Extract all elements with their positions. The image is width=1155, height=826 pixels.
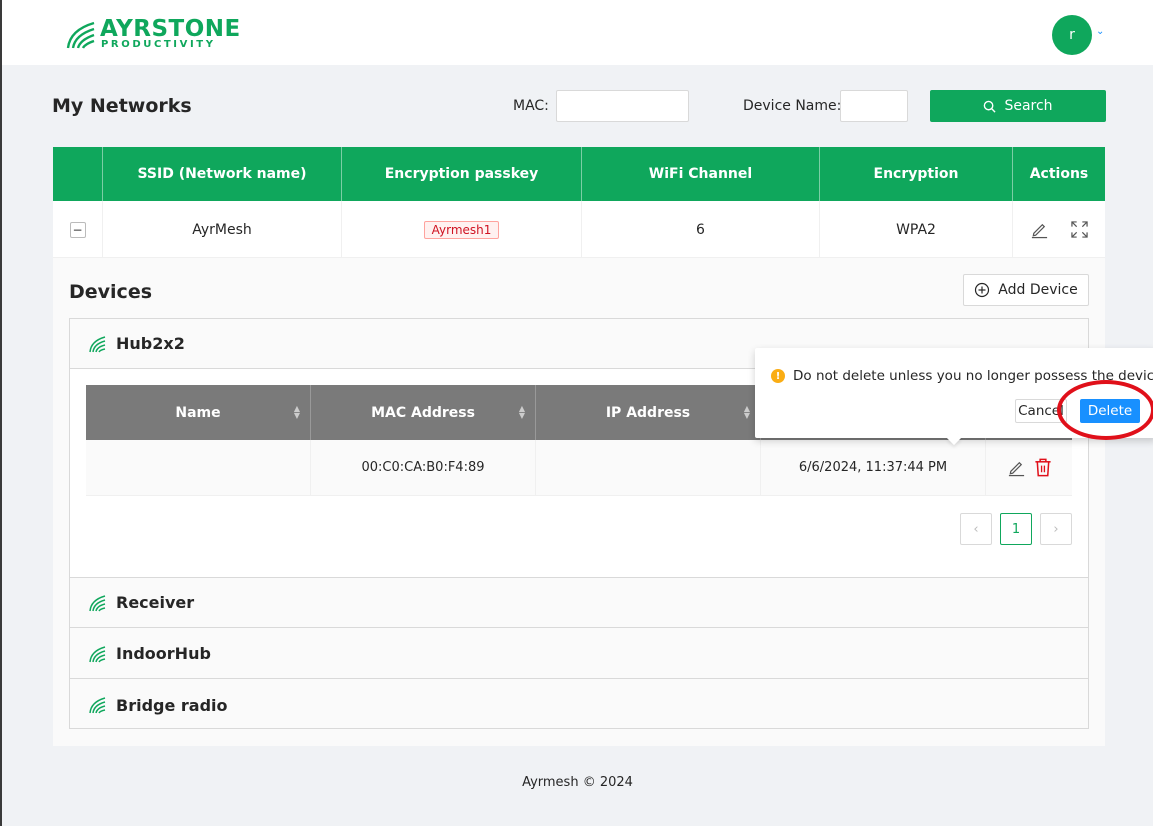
col-expand — [53, 147, 103, 201]
delete-icon[interactable] — [1034, 458, 1052, 477]
search-button[interactable]: Search — [930, 90, 1106, 122]
col-mac[interactable]: MAC Address ▲ ▼ — [311, 385, 536, 440]
networks-table-header: SSID (Network name) Encryption passkey W… — [53, 147, 1105, 201]
edit-icon[interactable] — [1030, 220, 1049, 239]
col-actions: Actions — [1029, 166, 1089, 182]
edit-icon[interactable] — [1007, 458, 1026, 477]
search-button-label: Search — [1004, 98, 1053, 114]
chevron-down-icon[interactable]: ⌄ — [1096, 26, 1104, 37]
pagination-page-1[interactable]: 1 — [1000, 513, 1032, 545]
mac-input[interactable] — [556, 90, 689, 122]
devices-title: Devices — [69, 281, 153, 303]
wifi-signal-icon — [89, 697, 106, 714]
window-edge — [0, 0, 2, 826]
device-mac-cell: 00:C0:CA:B0:F4:89 — [311, 440, 536, 495]
col-ip[interactable]: IP Address ▲ ▼ — [536, 385, 761, 440]
group-title: IndoorHub — [116, 644, 211, 663]
highlight-annotation — [1057, 380, 1155, 440]
col-name[interactable]: Name ▲ ▼ — [86, 385, 311, 440]
device-last-seen-cell: 6/6/2024, 11:37:44 PM — [761, 440, 986, 495]
table-row: 00:C0:CA:B0:F4:89 6/6/2024, 11:37:44 PM — [86, 440, 1072, 496]
device-name-input[interactable] — [840, 90, 908, 122]
group-title: Hub2x2 — [116, 334, 185, 353]
group-header-indoorhub[interactable]: IndoorHub — [70, 629, 1088, 679]
add-device-button[interactable]: Add Device — [963, 274, 1089, 306]
pagination-next[interactable]: › — [1040, 513, 1072, 545]
wifi-signal-icon — [89, 594, 106, 611]
user-avatar[interactable]: r — [1052, 15, 1092, 55]
ssid-cell: AyrMesh — [103, 201, 342, 258]
encryption-cell: WPA2 — [820, 201, 1013, 258]
group-header-receiver[interactable]: Receiver — [70, 578, 1088, 628]
networks-panel: SSID (Network name) Encryption passkey W… — [53, 147, 1105, 746]
logo-tagline: PRODUCTIVITY — [101, 39, 216, 50]
ayrstone-logo[interactable]: AYRSTONE PRODUCTIVITY — [64, 18, 241, 50]
sort-icon[interactable]: ▲ ▼ — [294, 405, 300, 420]
passkey-tag: Ayrmesh1 — [423, 220, 500, 239]
mac-label: MAC: — [513, 98, 549, 114]
device-name-label: Device Name: — [743, 98, 842, 114]
plus-circle-icon — [975, 282, 990, 298]
group-header-bridge-radio[interactable]: Bridge radio — [70, 680, 1088, 730]
group-title: Bridge radio — [116, 695, 228, 715]
wifi-signal-icon — [89, 645, 106, 662]
col-encryption: Encryption — [820, 147, 1013, 201]
col-ssid: SSID (Network name) — [103, 147, 342, 201]
expand-icon[interactable] — [1071, 221, 1088, 238]
pagination-prev[interactable]: ‹ — [960, 513, 992, 545]
channel-cell: 6 — [582, 201, 820, 258]
sort-icon[interactable]: ▲ ▼ — [519, 405, 525, 420]
wifi-logo-icon — [66, 21, 95, 49]
search-icon — [984, 100, 997, 113]
table-row: − AyrMesh Ayrmesh1 6 WPA2 — [53, 201, 1105, 258]
exclamation-icon: ! — [771, 369, 785, 383]
col-channel: WiFi Channel — [582, 147, 820, 201]
page-title: My Networks — [52, 95, 192, 117]
collapse-row-button[interactable]: − — [69, 221, 86, 238]
logo-wordmark: AYRSTONE — [100, 16, 241, 42]
footer-copyright: Ayrmesh © 2024 — [522, 775, 633, 790]
col-passkey: Encryption passkey — [342, 147, 582, 201]
add-device-label: Add Device — [998, 282, 1078, 298]
expanded-row: Devices Add Device Hub2x2 Name ▲ ▼ MAC A… — [53, 258, 1105, 746]
sort-icon[interactable]: ▲ ▼ — [744, 405, 750, 420]
device-name-cell — [86, 440, 311, 495]
wifi-signal-icon — [89, 335, 106, 352]
group-title: Receiver — [116, 593, 195, 612]
device-ip-cell — [536, 440, 761, 495]
top-header: AYRSTONE PRODUCTIVITY r ⌄ — [2, 0, 1155, 65]
